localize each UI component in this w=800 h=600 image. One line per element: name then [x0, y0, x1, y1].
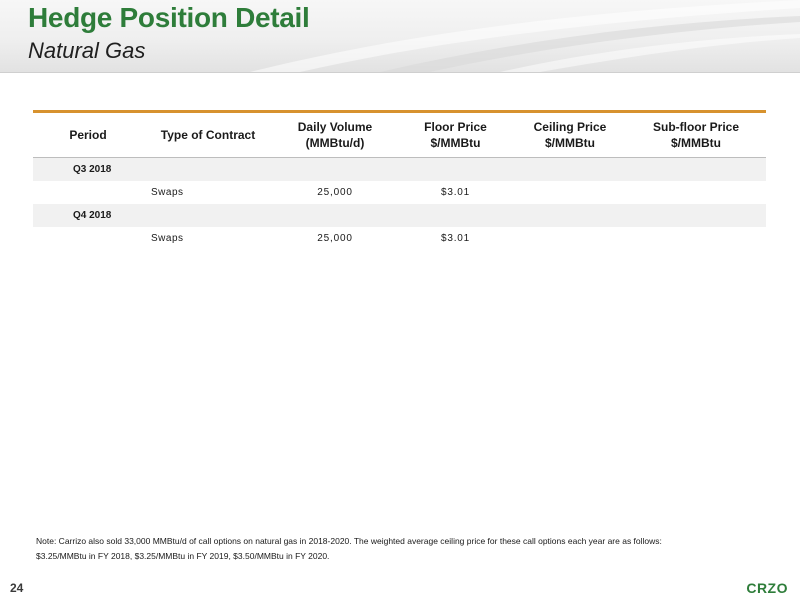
footnote-line-2: $3.25/MMBtu in FY 2018, $3.25/MMBtu in F…: [36, 551, 330, 561]
column-header-floor-price-label: Floor Price: [424, 120, 487, 134]
table-row: Swaps 25,000 $3.01: [33, 227, 766, 250]
footnote: Note: Carrizo also sold 33,000 MMBtu/d o…: [36, 534, 736, 564]
empty-cell: [143, 204, 273, 227]
column-header-period: Period: [33, 113, 143, 158]
subfloor-price-cell: [626, 227, 766, 250]
column-header-subfloor-price: Sub-floor Price $/MMBtu: [626, 113, 766, 158]
daily-volume-cell: 25,000: [317, 187, 353, 198]
footnote-line-1: Note: Carrizo also sold 33,000 MMBtu/d o…: [36, 536, 662, 546]
empty-cell: [33, 181, 143, 204]
column-header-subfloor-price-unit: $/MMBtu: [671, 136, 721, 150]
empty-cell: [514, 204, 626, 227]
floor-price-cell: $3.01: [440, 187, 471, 198]
column-header-daily-volume-unit: (MMBtu/d): [305, 136, 365, 150]
daily-volume-cell: 25,000: [317, 233, 353, 244]
hedge-position-table: Period Type of Contract Daily Volume (MM…: [33, 113, 766, 250]
empty-cell: [273, 204, 397, 227]
empty-cell: [273, 157, 397, 181]
empty-cell: [143, 157, 273, 181]
table-row: Swaps 25,000 $3.01: [33, 181, 766, 204]
empty-cell: [33, 227, 143, 250]
contract-type-cell: Swaps: [151, 233, 184, 244]
empty-cell: [626, 204, 766, 227]
column-header-ceiling-price-unit: $/MMBtu: [545, 136, 595, 150]
period-label: Q4 2018: [33, 204, 143, 227]
subfloor-price-cell: [626, 181, 766, 204]
column-header-floor-price-unit: $/MMBtu: [430, 136, 481, 150]
empty-cell: [514, 157, 626, 181]
page-title: Hedge Position Detail: [28, 2, 310, 33]
ceiling-price-cell: [514, 181, 626, 204]
column-header-floor-price: Floor Price $/MMBtu: [397, 113, 514, 158]
ceiling-price-cell: [514, 227, 626, 250]
period-label: Q3 2018: [33, 157, 143, 181]
period-row-q4-2018: Q4 2018: [33, 204, 766, 227]
column-header-period-label: Period: [69, 128, 107, 142]
contract-type-cell: Swaps: [151, 187, 184, 198]
column-header-type-of-contract: Type of Contract: [143, 113, 273, 158]
column-header-ceiling-price-label: Ceiling Price: [533, 120, 607, 134]
empty-cell: [397, 204, 514, 227]
company-ticker-logo: CRZO: [746, 580, 788, 596]
empty-cell: [626, 157, 766, 181]
column-header-subfloor-price-label: Sub-floor Price: [652, 120, 739, 134]
empty-cell: [397, 157, 514, 181]
period-row-q3-2018: Q3 2018: [33, 157, 766, 181]
header-band: Hedge Position Detail Natural Gas: [0, 0, 800, 73]
column-header-daily-volume-label: Daily Volume: [297, 120, 373, 134]
page-subtitle: Natural Gas: [28, 38, 146, 63]
column-header-daily-volume: Daily Volume (MMBtu/d): [273, 113, 397, 158]
table-header-row: Period Type of Contract Daily Volume (MM…: [33, 113, 766, 158]
column-header-ceiling-price: Ceiling Price $/MMBtu: [514, 113, 626, 158]
hedge-table-container: Period Type of Contract Daily Volume (MM…: [33, 110, 766, 250]
page-number: 24: [10, 581, 24, 595]
floor-price-cell: $3.01: [440, 233, 471, 244]
column-header-type-label: Type of Contract: [160, 128, 256, 142]
